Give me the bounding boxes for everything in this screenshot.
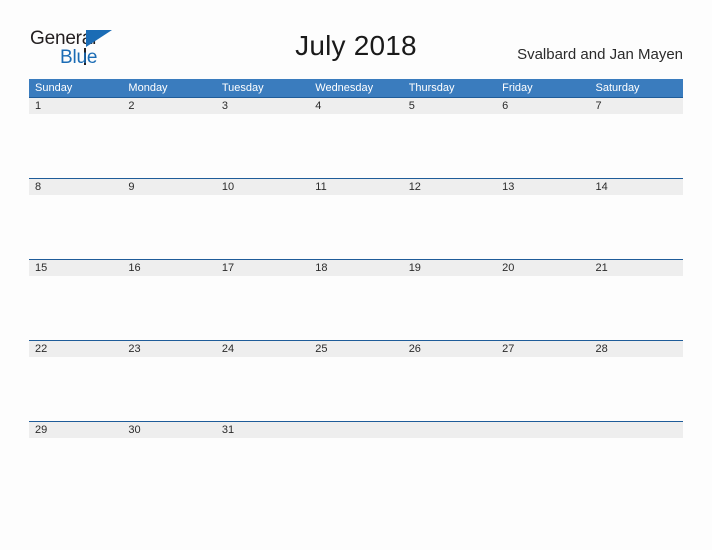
week-event-area[interactable] — [29, 438, 683, 502]
calendar-day-cell[interactable] — [403, 422, 496, 438]
calendar-day-cell[interactable]: 30 — [122, 422, 215, 438]
calendar-page: General Blue July 2018 Svalbard and Jan … — [0, 0, 712, 550]
calendar-day-cell[interactable]: 29 — [29, 422, 122, 438]
calendar-day-cell[interactable]: 18 — [309, 260, 402, 276]
weekday-header-saturday: Saturday — [595, 82, 640, 94]
calendar-day-cell[interactable]: 13 — [496, 179, 589, 195]
page-header: General Blue July 2018 Svalbard and Jan … — [0, 0, 712, 78]
calendar-day-cell[interactable]: 2 — [122, 98, 215, 114]
week-event-area[interactable] — [29, 276, 683, 340]
calendar-day-cell[interactable]: 31 — [216, 422, 309, 438]
calendar-day-cell[interactable]: 21 — [590, 260, 683, 276]
calendar-day-cell[interactable]: 24 — [216, 341, 309, 357]
calendar-day-cell[interactable]: 19 — [403, 260, 496, 276]
calendar-week-row: 8 9 10 11 12 13 14 — [29, 178, 683, 259]
week-event-area[interactable] — [29, 357, 683, 421]
calendar-day-cell[interactable]: 6 — [496, 98, 589, 114]
calendar-day-cell[interactable]: 11 — [309, 179, 402, 195]
calendar-week-row: 1 2 3 4 5 6 7 — [29, 97, 683, 178]
calendar-day-cell[interactable]: 26 — [403, 341, 496, 357]
calendar-day-cell[interactable]: 23 — [122, 341, 215, 357]
week-event-area[interactable] — [29, 195, 683, 259]
calendar-day-cell[interactable]: 8 — [29, 179, 122, 195]
week-date-band: 29 30 31 — [29, 422, 683, 438]
calendar-day-cell[interactable]: 4 — [309, 98, 402, 114]
weekday-header-wednesday: Wednesday — [315, 82, 374, 94]
region-label: Svalbard and Jan Mayen — [517, 46, 683, 63]
weekday-header-row: Sunday Monday Tuesday Wednesday Thursday… — [29, 79, 683, 97]
week-event-area[interactable] — [29, 114, 683, 178]
calendar-day-cell[interactable]: 17 — [216, 260, 309, 276]
calendar-day-cell[interactable]: 12 — [403, 179, 496, 195]
week-date-band: 8 9 10 11 12 13 14 — [29, 179, 683, 195]
weekday-header-friday: Friday — [502, 82, 533, 94]
calendar-day-cell[interactable] — [590, 422, 683, 438]
calendar-day-cell[interactable]: 7 — [590, 98, 683, 114]
calendar-week-row: 29 30 31 — [29, 421, 683, 502]
weekday-header-monday: Monday — [128, 82, 168, 94]
calendar-day-cell[interactable]: 27 — [496, 341, 589, 357]
weekday-header-thursday: Thursday — [408, 82, 455, 94]
week-date-band: 22 23 24 25 26 27 28 — [29, 341, 683, 357]
calendar-day-cell[interactable]: 22 — [29, 341, 122, 357]
calendar-week-row: 15 16 17 18 19 20 21 — [29, 259, 683, 340]
calendar-day-cell[interactable]: 10 — [216, 179, 309, 195]
week-date-band: 1 2 3 4 5 6 7 — [29, 98, 683, 114]
calendar-day-cell[interactable]: 5 — [403, 98, 496, 114]
calendar-day-cell[interactable]: 3 — [216, 98, 309, 114]
calendar-week-row: 22 23 24 25 26 27 28 — [29, 340, 683, 421]
calendar-day-cell[interactable]: 16 — [122, 260, 215, 276]
calendar-day-cell[interactable]: 1 — [29, 98, 122, 114]
weekday-header-sunday: Sunday — [35, 82, 73, 94]
calendar-day-cell[interactable] — [496, 422, 589, 438]
calendar-day-cell[interactable]: 25 — [309, 341, 402, 357]
calendar-day-cell[interactable]: 14 — [590, 179, 683, 195]
calendar-day-cell[interactable]: 20 — [496, 260, 589, 276]
calendar-day-cell[interactable] — [309, 422, 402, 438]
calendar-day-cell[interactable]: 28 — [590, 341, 683, 357]
calendar-day-cell[interactable]: 9 — [122, 179, 215, 195]
calendar-day-cell[interactable]: 15 — [29, 260, 122, 276]
week-date-band: 15 16 17 18 19 20 21 — [29, 260, 683, 276]
calendar-grid: Sunday Monday Tuesday Wednesday Thursday… — [29, 79, 683, 502]
weekday-header-tuesday: Tuesday — [221, 82, 264, 94]
